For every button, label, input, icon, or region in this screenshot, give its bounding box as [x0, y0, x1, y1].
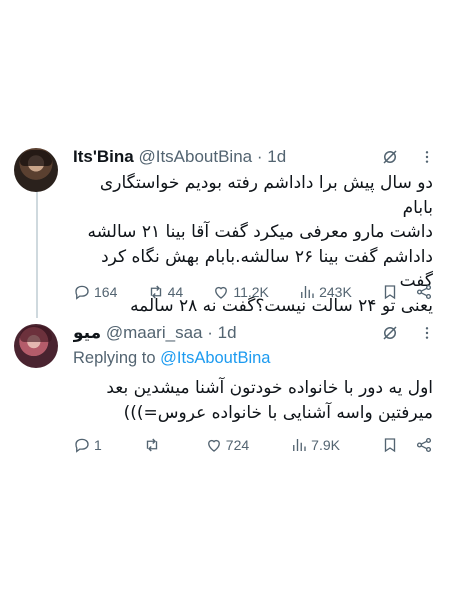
- repost-arrows-icon: [150, 285, 161, 299]
- repost-arrows-icon: [146, 438, 157, 452]
- views-button[interactable]: 7.9K: [290, 436, 340, 454]
- avatar[interactable]: [14, 324, 58, 368]
- repost-count: 44: [167, 284, 184, 300]
- bookmark-share-group: [381, 283, 433, 301]
- like-button[interactable]: 11.2K: [212, 283, 269, 301]
- views-bar-chart-icon: [301, 286, 314, 298]
- share-icon[interactable]: [415, 283, 433, 301]
- reply-count: 164: [94, 284, 118, 300]
- user-handle[interactable]: @ItsAboutBina: [138, 147, 252, 166]
- reply-button[interactable]: 1: [73, 436, 102, 454]
- bookmark-icon[interactable]: [381, 436, 399, 454]
- tweet-reply[interactable]: میو @maari_saa · 1d Replying to @ItsAbou…: [0, 316, 451, 466]
- reply-count: 1: [94, 437, 102, 453]
- heart-icon: [215, 286, 228, 299]
- like-count: 724: [225, 437, 250, 453]
- header-actions: [381, 147, 435, 167]
- more-dots-icon[interactable]: [419, 325, 435, 341]
- header-actions: [381, 323, 435, 343]
- more-dots-icon[interactable]: [419, 149, 435, 165]
- separator-dot: ·: [207, 323, 213, 342]
- views-count: 243K: [319, 284, 352, 300]
- tweet-original[interactable]: Its'Bina @ItsAboutBina · 1d دو سال پیش ب…: [0, 138, 451, 316]
- repost-button[interactable]: [143, 436, 164, 454]
- tweet-text-line: دو سال پیش برا داداشم رفته بودیم خواستگا…: [99, 173, 433, 218]
- repost-button[interactable]: 44: [147, 283, 184, 301]
- views-count: 7.9K: [311, 437, 340, 453]
- tweet-text: اول یه دور با خانواده خودتون آشنا میشدین…: [73, 376, 433, 425]
- reply-bubble-icon: [75, 438, 89, 453]
- views-bar-chart-icon: [293, 439, 306, 451]
- reply-bubble-icon: [75, 285, 89, 300]
- bookmark-share-group: [381, 436, 433, 454]
- tweet-text-line: اول یه دور با خانواده خودتون آشنا میشدین…: [106, 378, 433, 398]
- replying-to-handle[interactable]: @ItsAboutBina: [160, 349, 270, 367]
- tweet-header: میو @maari_saa · 1d: [73, 323, 381, 343]
- share-icon[interactable]: [415, 436, 433, 454]
- separator-dot: ·: [256, 147, 263, 166]
- display-name[interactable]: میو: [73, 323, 101, 342]
- tweet-text-line: داشت مارو معرفی میکرد گفت آقا بینا ۲۱ سا…: [87, 222, 433, 242]
- display-name[interactable]: Its'Bina: [73, 147, 134, 166]
- action-bar: 164 44 11.2K 243K: [73, 281, 433, 303]
- timestamp[interactable]: 1d: [218, 323, 237, 342]
- reply-button[interactable]: 164: [73, 283, 117, 301]
- like-count: 11.2K: [233, 284, 269, 300]
- like-button[interactable]: 724: [205, 436, 249, 454]
- views-button[interactable]: 243K: [298, 283, 352, 301]
- replying-to-prefix: Replying to: [73, 349, 156, 367]
- grok-icon[interactable]: [381, 324, 399, 342]
- user-handle[interactable]: @maari_saa: [106, 323, 203, 342]
- replying-to: Replying to @ItsAboutBina: [73, 349, 270, 368]
- timestamp[interactable]: 1d: [267, 147, 286, 166]
- action-bar: 1 724 7.9K: [73, 434, 433, 456]
- heart-icon: [207, 439, 220, 452]
- avatar[interactable]: [14, 148, 58, 192]
- grok-icon[interactable]: [381, 148, 399, 166]
- bookmark-icon[interactable]: [381, 283, 399, 301]
- tweet-text-line: میرفتین واسه آشنایی با خانواده عروس=))): [123, 402, 433, 423]
- tweet-header: Its'Bina @ItsAboutBina · 1d: [73, 147, 381, 167]
